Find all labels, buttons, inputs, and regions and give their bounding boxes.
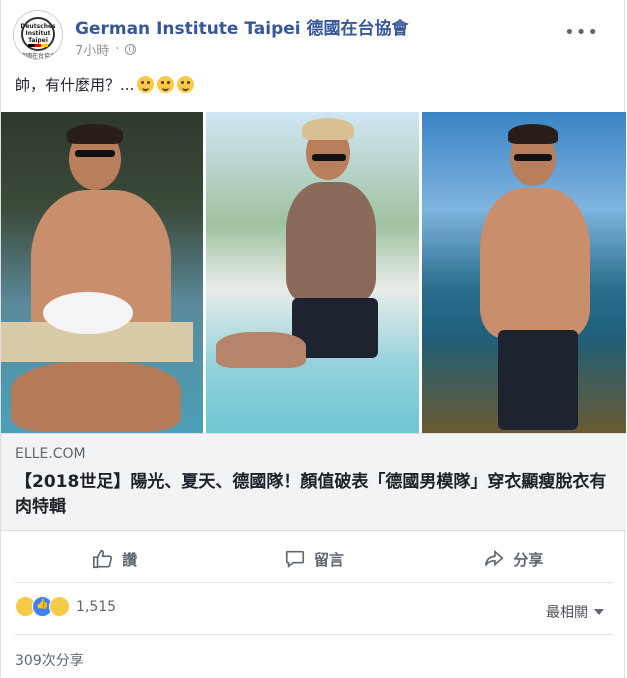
sunglasses — [312, 154, 346, 161]
share-label: 分享 — [513, 550, 544, 569]
share-button[interactable]: 分享 — [414, 536, 613, 582]
avatar[interactable]: Deutsches Institut Taipei 德國在台協會 — [13, 10, 63, 60]
photo-torso — [286, 182, 376, 302]
comment-icon — [285, 550, 305, 569]
link-preview[interactable]: ELLE.COM 【2018世足】陽光、夏天、德國隊！顏值破表「德國男模隊」穿衣… — [1, 433, 626, 531]
post-meta: 7小時 · — [75, 40, 137, 59]
comment-label: 留言 — [313, 550, 344, 569]
caret-down-icon — [594, 609, 604, 615]
photo-legs — [216, 332, 306, 368]
reaction-count: 1,515 — [76, 598, 117, 615]
sort-label: 最相關 — [546, 605, 588, 621]
tired-face-emoji-icon — [137, 76, 155, 93]
flag-stripe — [28, 44, 48, 47]
like-button[interactable]: 讚 — [15, 536, 214, 582]
link-domain: ELLE.COM — [15, 446, 86, 462]
reaction-summary[interactable]: 👍 1,515 — [15, 596, 116, 617]
logo-text: Deutsches Institut Taipei — [20, 23, 56, 44]
like-label: 讚 — [122, 550, 138, 569]
comment-button[interactable]: 留言 — [214, 536, 413, 582]
photo-player-pool[interactable] — [206, 112, 419, 433]
divider — [15, 634, 613, 635]
link-preview-photos[interactable] — [1, 112, 626, 433]
photo-player-lounging[interactable] — [1, 112, 203, 433]
logo-caption: 德國在台協會 — [19, 53, 56, 60]
photo-legs — [11, 362, 181, 432]
sunglasses — [75, 150, 115, 157]
post-card: Deutsches Institut Taipei 德國在台協會 German … — [0, 0, 626, 678]
post-text: 帥，有什麼用？... — [15, 74, 195, 95]
comment-sort-dropdown[interactable]: 最相關 — [546, 602, 604, 622]
photo-hair — [302, 118, 354, 140]
globe-icon[interactable] — [125, 44, 137, 55]
photo-bowl — [43, 292, 133, 334]
share-count-link[interactable]: 309次分享 — [15, 650, 84, 670]
post-header: Deutsches Institut Taipei 德國在台協會 German … — [13, 10, 613, 62]
sunglasses — [514, 154, 552, 161]
meta-separator: · — [115, 42, 120, 57]
photo-hair — [508, 124, 558, 144]
link-title[interactable]: 【2018世足】陽光、夏天、德國隊！顏值破表「德國男模隊」穿衣顯瘦脫衣有肉特輯 — [15, 470, 615, 520]
smirk-emoji-icon — [157, 76, 175, 93]
thinking-emoji-icon — [177, 76, 195, 93]
page-name-link[interactable]: German Institute Taipei 德國在台協會 — [75, 14, 409, 39]
photo-hair — [67, 124, 123, 144]
more-icon[interactable]: ••• — [564, 22, 599, 43]
photo-torso — [480, 188, 590, 338]
post-time[interactable]: 7小時 — [75, 40, 109, 59]
photo-shorts — [498, 330, 578, 430]
sad-reaction-icon — [49, 596, 70, 617]
photo-player-beach[interactable] — [422, 112, 626, 433]
post-message: 帥，有什麼用？... — [15, 76, 135, 94]
share-icon — [485, 549, 504, 567]
like-icon — [93, 549, 113, 569]
action-bar: 讚 留言 分享 — [15, 536, 613, 583]
